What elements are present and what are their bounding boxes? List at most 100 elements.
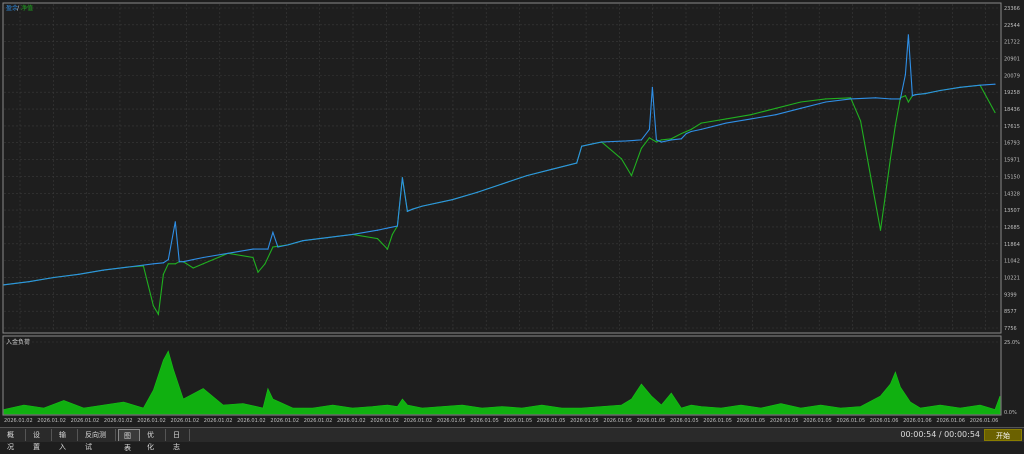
equity-point <box>889 158 892 160</box>
tab-0[interactable]: 概况 <box>2 429 26 451</box>
equity-point <box>655 141 657 143</box>
equity-line <box>3 84 996 316</box>
x-tick-label: 2026.01.05 <box>803 418 832 424</box>
balance-point <box>202 256 204 259</box>
tab-5[interactable]: 优化 <box>142 429 166 451</box>
balance-point <box>651 86 653 88</box>
legend-series-b: 净值 <box>21 4 33 12</box>
balance-point <box>750 118 752 120</box>
balance-point <box>451 199 453 201</box>
balance-point <box>277 246 279 248</box>
equity-point <box>202 263 204 265</box>
y-tick-label: 13507 <box>1004 208 1020 214</box>
y-tick-label: 19258 <box>1004 90 1020 96</box>
balance-point <box>252 248 254 250</box>
balance-point <box>911 95 913 97</box>
bottom-tab-bar: 概况 设置 输入 反向测试 图表 优化 日志 00:00:54 / 00:00:54 开始 <box>0 427 1024 452</box>
tab-3[interactable]: 反向测试 <box>80 429 116 451</box>
x-tick-label: 2026.01.05 <box>603 418 632 424</box>
balance-point <box>670 139 672 141</box>
balance-point <box>581 145 583 147</box>
equity-point <box>904 95 906 97</box>
tab-4[interactable]: 图表 <box>118 429 140 452</box>
legend-separator: / <box>17 5 20 12</box>
balance-point <box>178 261 180 263</box>
equity-point <box>750 114 752 116</box>
y-tick-label: 20901 <box>1004 57 1020 63</box>
balance-point <box>272 231 274 233</box>
x-tick-label: 2026.01.05 <box>537 418 566 424</box>
balance-point <box>825 101 827 103</box>
balance-point <box>174 221 176 223</box>
x-tick-label: 2026.01.02 <box>37 418 66 424</box>
equity-point <box>162 273 164 275</box>
equity-point <box>386 248 389 250</box>
x-tick-label: 2026.01.02 <box>204 418 233 424</box>
balance-point <box>889 98 892 100</box>
y-tick-label: 21722 <box>1004 40 1020 46</box>
balance-point <box>476 191 478 193</box>
x-tick-label: 2026.01.02 <box>304 418 333 424</box>
equity-point <box>252 256 254 259</box>
y-tick-label: 11042 <box>1004 259 1020 265</box>
equity-point <box>257 271 259 273</box>
y-tick-label: 18436 <box>1004 107 1020 113</box>
balance-point <box>386 227 389 229</box>
balance-point <box>994 83 996 85</box>
balance-point <box>78 273 80 275</box>
x-tick-label: 2026.01.02 <box>104 418 133 424</box>
balance-point <box>551 168 553 170</box>
x-tick-label: 2026.01.02 <box>270 418 299 424</box>
equity-point <box>167 263 169 265</box>
balance-point <box>406 210 408 212</box>
equity-point <box>192 267 194 269</box>
equity-point <box>825 98 827 100</box>
balance-point <box>874 97 877 99</box>
tab-6[interactable]: 日志 <box>168 429 190 451</box>
equity-point <box>894 124 897 126</box>
equity-point <box>884 193 887 196</box>
balance-point <box>526 174 528 177</box>
y-tick-label: 20079 <box>1004 73 1020 79</box>
balance-point <box>939 89 941 92</box>
balance-equity-chart: 盈余 / 净值 23366225442172220901200791925818… <box>2 2 1020 334</box>
equity-point <box>680 132 682 135</box>
balance-point <box>327 236 329 239</box>
start-button[interactable]: 开始 <box>984 429 1022 441</box>
equity-point <box>690 128 692 130</box>
balance-point <box>287 244 289 246</box>
y-tick-label: 8577 <box>1004 309 1017 315</box>
balance-point <box>700 128 702 130</box>
balance-point <box>411 208 413 210</box>
tab-2[interactable]: 输入 <box>54 429 78 451</box>
equity-point <box>174 263 176 265</box>
equity-point <box>685 130 687 133</box>
x-tick-label: 2026.01.02 <box>137 418 166 424</box>
equity-point <box>859 120 862 122</box>
equity-point <box>620 158 623 160</box>
x-tick-label: 2026.01.05 <box>837 418 866 424</box>
y-tick-label: 9399 <box>1004 292 1017 298</box>
balance-point <box>800 107 802 109</box>
equity-point <box>800 101 802 103</box>
balance-point <box>640 139 643 141</box>
equity-point <box>700 122 702 124</box>
balance-point <box>725 122 727 124</box>
balance-point <box>591 143 593 145</box>
y-tick-label: 17615 <box>1004 124 1020 130</box>
deposit-load-panel: 入金负荷 25.0% 0.0% 2026.01.02 2026.01.02 2026.0… <box>0 335 1024 428</box>
equity-point <box>994 111 996 114</box>
x-tick-label: 2026.01.02 <box>71 418 100 424</box>
y-tick-label: 15971 <box>1004 158 1020 164</box>
deposit-load-area <box>3 350 1001 415</box>
equity-point <box>152 305 154 307</box>
x-tick-label: 2026.01.02 <box>404 418 433 424</box>
balance-point <box>959 86 961 88</box>
y-tick-label: 7756 <box>1004 326 1017 332</box>
balance-point <box>576 162 578 164</box>
tab-1[interactable]: 设置 <box>28 429 52 451</box>
balance-point <box>680 138 682 140</box>
y-tick-label: 23366 <box>1004 6 1020 12</box>
balance-point <box>352 233 354 236</box>
x-tick-label: 2026.01.05 <box>670 418 699 424</box>
